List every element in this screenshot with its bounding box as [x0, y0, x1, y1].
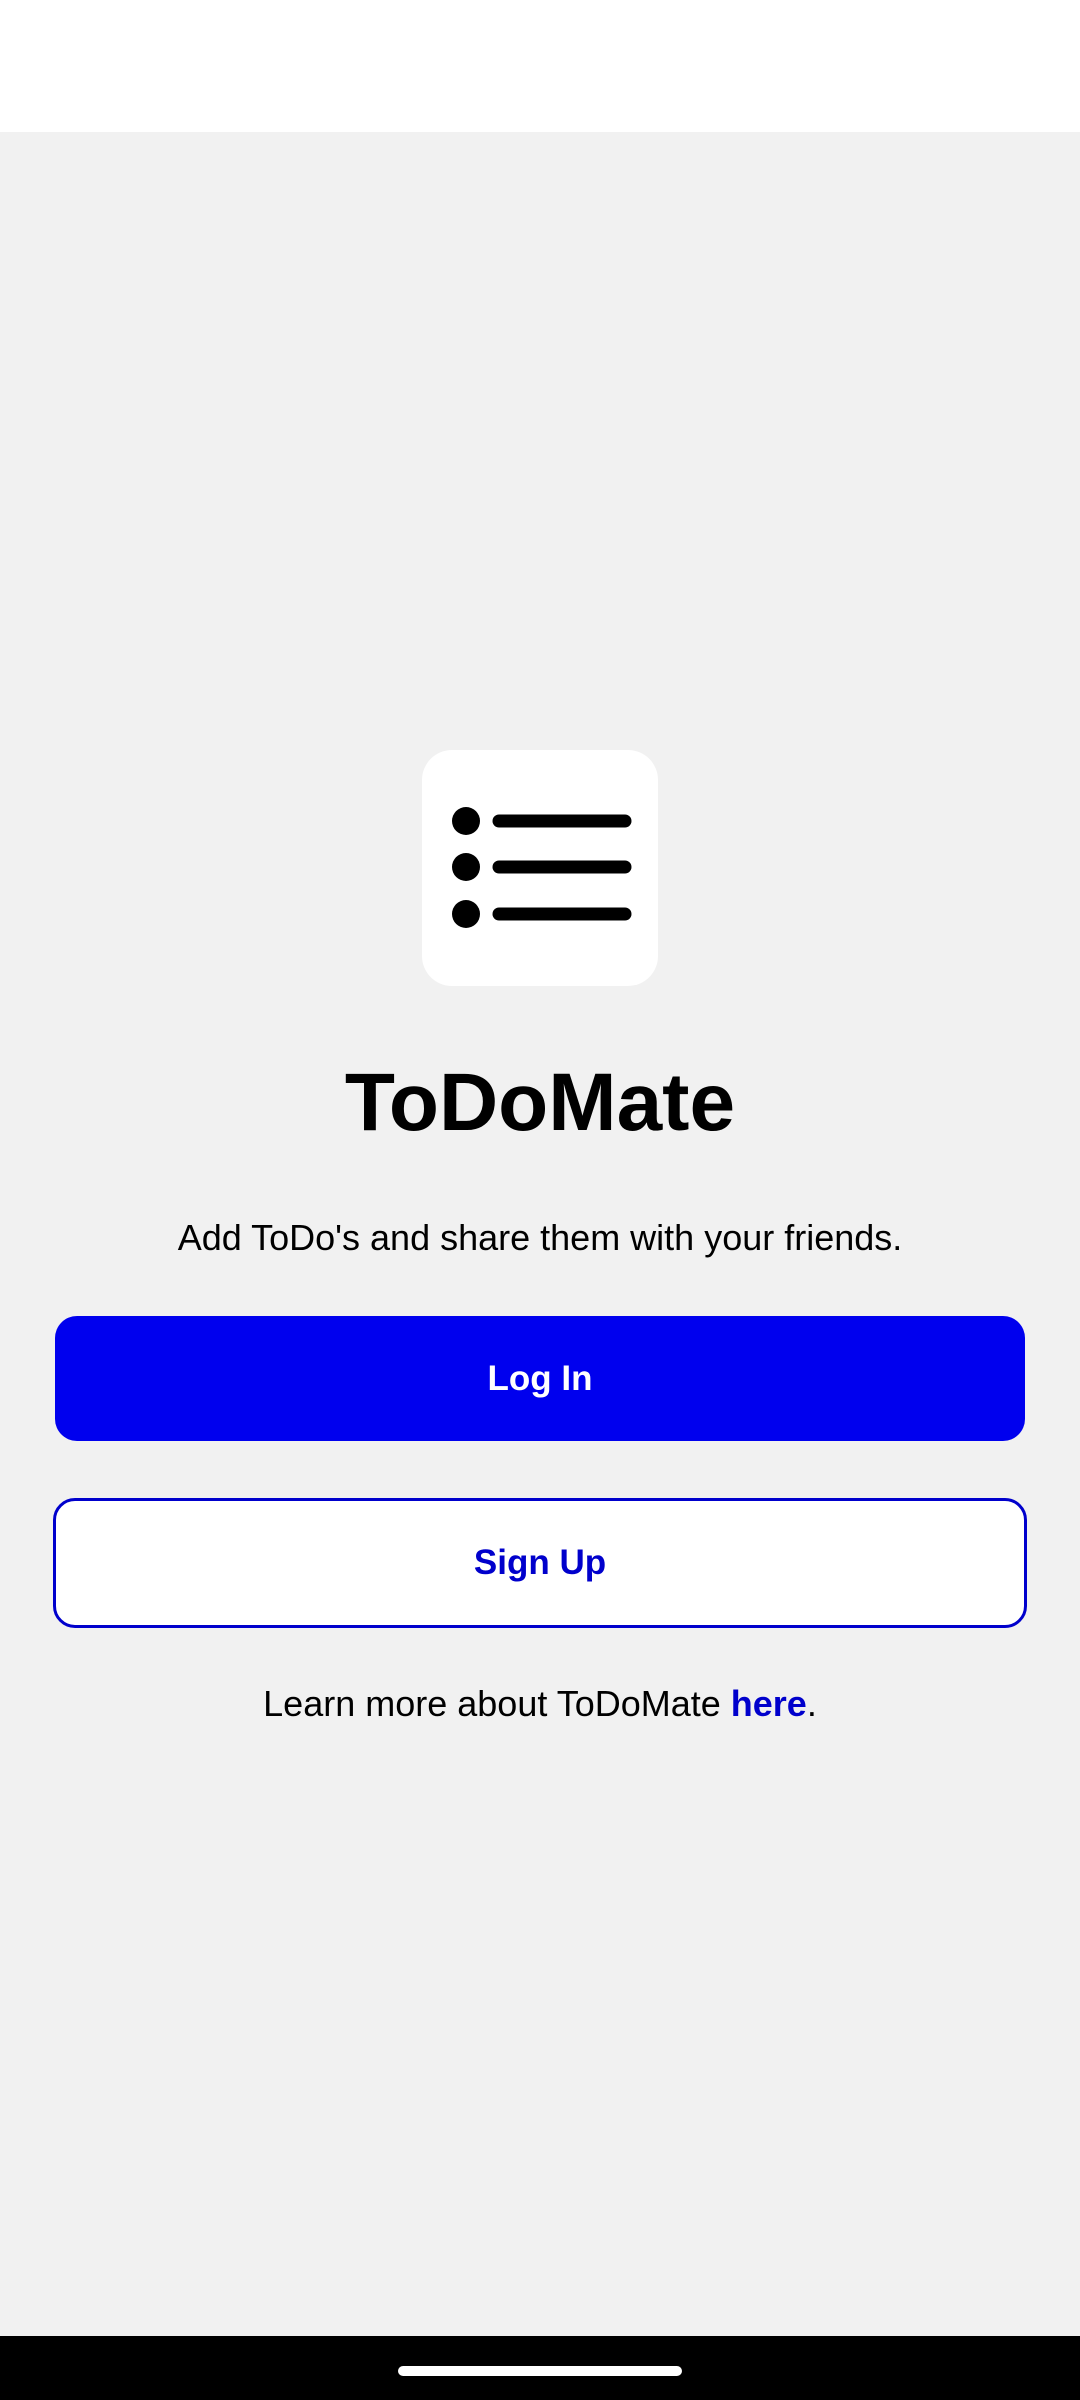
- signup-button-label: Sign Up: [473, 1543, 607, 1582]
- signup-button[interactable]: Sign Up: [53, 1498, 1027, 1628]
- status-bar: [0, 0, 1080, 132]
- tagline: Add ToDo's and share them with your frie…: [177, 1217, 903, 1258]
- list-icon: [452, 807, 632, 928]
- app-title: ToDoMate: [344, 1057, 736, 1148]
- navigation-bar: [0, 2336, 1080, 2400]
- login-button-label: Log In: [487, 1358, 593, 1398]
- welcome-screen: ToDoMate Add ToDo's and share them with …: [0, 132, 1080, 2336]
- home-gesture-handle[interactable]: [398, 2366, 682, 2376]
- learn-more-prefix: Learn more about ToDoMate: [263, 1683, 731, 1724]
- learn-more-suffix: .: [806, 1683, 817, 1724]
- learn-more-text: Learn more about ToDoMate here.: [0, 1682, 1080, 1725]
- app-logo: [422, 750, 658, 986]
- learn-more-link[interactable]: here: [731, 1683, 807, 1724]
- login-button[interactable]: Log In: [55, 1316, 1025, 1441]
